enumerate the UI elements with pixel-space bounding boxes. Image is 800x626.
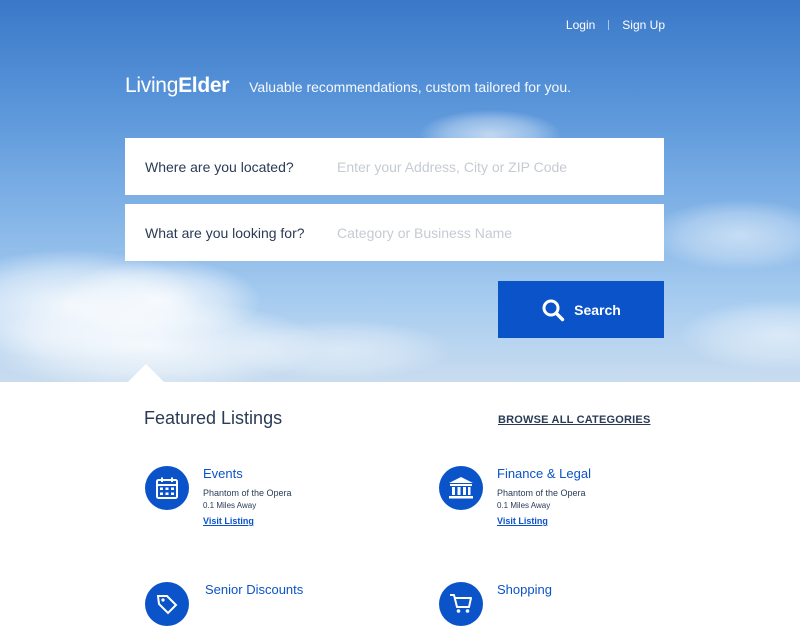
logo[interactable]: LivingElder	[125, 74, 229, 98]
bank-icon	[439, 466, 483, 510]
top-nav: Login Sign Up	[566, 18, 665, 32]
visit-listing-link[interactable]: Visit Listing	[203, 516, 254, 526]
cloud	[60, 260, 260, 340]
listing-name[interactable]: Shopping	[497, 582, 552, 597]
listing-name[interactable]: Finance & Legal	[497, 466, 591, 481]
nav-divider	[608, 20, 610, 30]
query-input[interactable]	[335, 223, 659, 242]
section-pointer	[128, 364, 164, 382]
search-button-label: Search	[574, 301, 621, 318]
listing-distance: 0.1 Miles Away	[497, 501, 551, 510]
listing-name[interactable]: Events	[203, 466, 243, 481]
listing-subtitle: Phantom of the Opera	[497, 488, 586, 498]
login-link[interactable]: Login	[566, 18, 595, 32]
calendar-icon	[145, 466, 189, 510]
brand-header: LivingElder Valuable recommendations, cu…	[125, 74, 571, 98]
query-label: What are you looking for?	[145, 224, 305, 241]
cart-icon	[439, 582, 483, 626]
location-input[interactable]	[335, 157, 659, 176]
tag-icon	[145, 582, 189, 626]
logo-text-bold: Elder	[178, 74, 230, 97]
location-label: Where are you located?	[145, 158, 294, 175]
cloud	[230, 320, 450, 380]
listing-distance: 0.1 Miles Away	[203, 501, 257, 510]
listing-subtitle: Phantom of the Opera	[203, 488, 292, 498]
browse-all-categories-link[interactable]: BROWSE ALL CATEGORIES	[498, 414, 651, 426]
location-field: Where are you located?	[125, 138, 664, 195]
featured-title: Featured Listings	[144, 408, 283, 428]
query-field: What are you looking for?	[125, 204, 664, 261]
logo-text-light: Living	[125, 74, 179, 97]
signup-link[interactable]: Sign Up	[622, 18, 665, 32]
cloud	[680, 300, 800, 370]
cloud	[650, 200, 800, 270]
search-icon	[542, 299, 565, 321]
listing-name[interactable]: Senior Discounts	[205, 582, 303, 597]
tagline: Valuable recommendations, custom tailore…	[249, 79, 572, 95]
search-button[interactable]: Search	[498, 281, 664, 338]
visit-listing-link[interactable]: Visit Listing	[497, 516, 548, 526]
hero-banner: Login Sign Up LivingElder Valuable recom…	[0, 0, 800, 382]
